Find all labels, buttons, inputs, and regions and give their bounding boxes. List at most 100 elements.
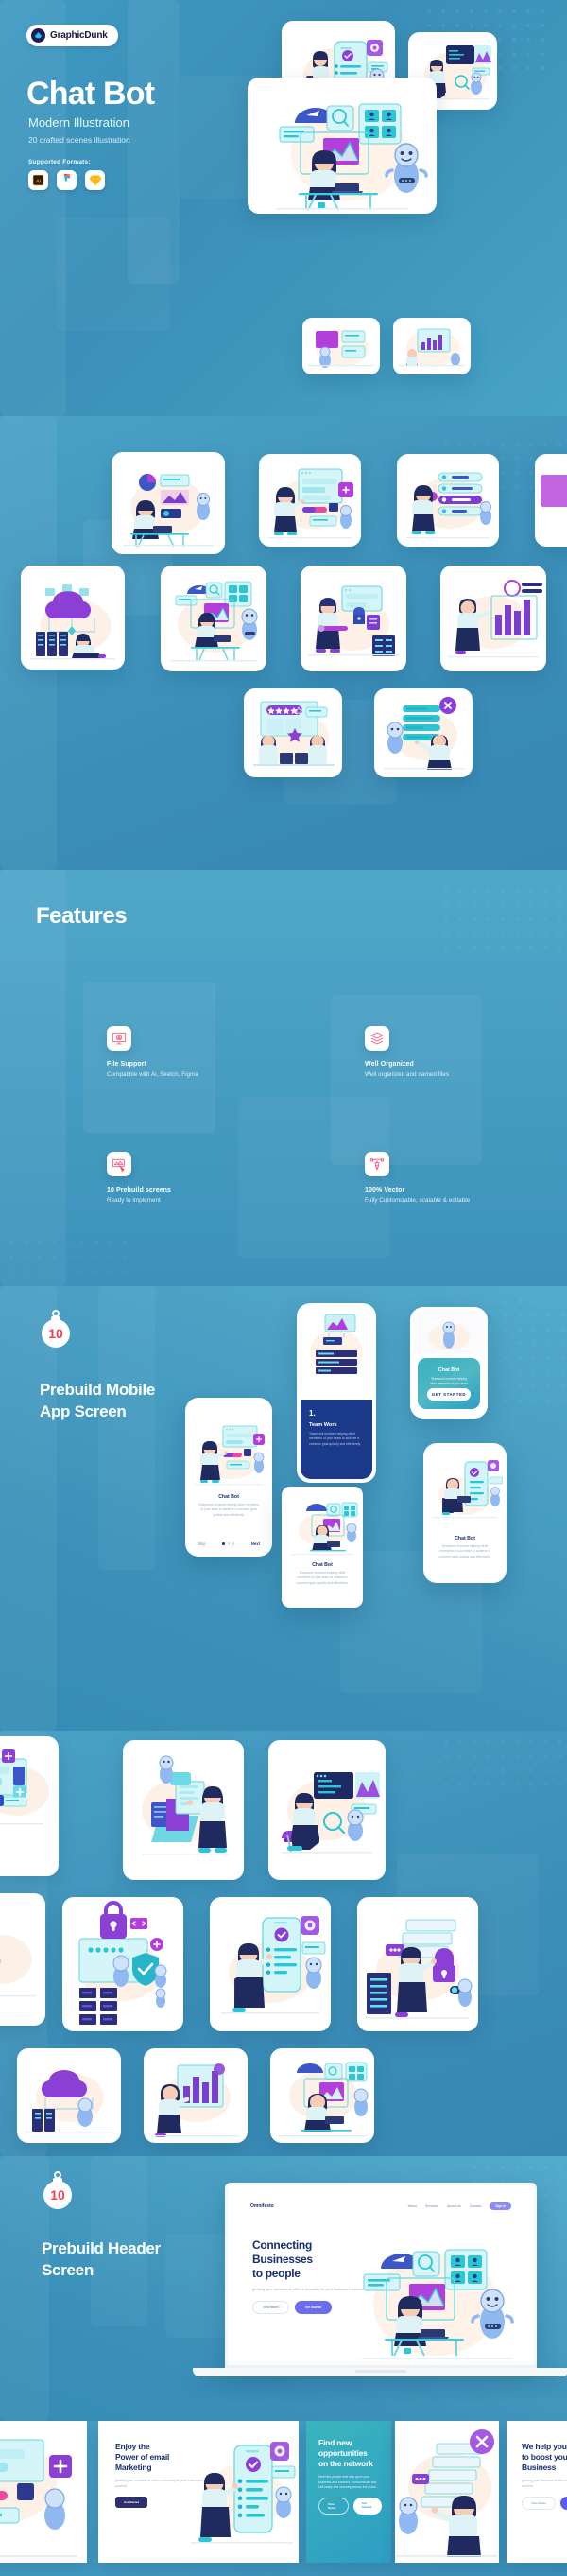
layers-icon (365, 1026, 389, 1051)
get-started-button[interactable]: GET STARTED (427, 1388, 471, 1401)
illustration-card[interactable] (17, 2048, 121, 2143)
feature-heading: Well Organized (365, 1061, 414, 1068)
figma-icon[interactable] (57, 170, 77, 190)
feature-text: Compatible with Ai, Sketch, Figma (107, 1071, 198, 1078)
illustration-card[interactable] (244, 688, 342, 777)
illustration-card[interactable]: f (0, 1736, 59, 1876)
illustration-card[interactable] (210, 1897, 331, 2031)
feature-text: Fully Customizable, scalable & editable (365, 1197, 471, 1204)
feature-heading: File Support (107, 1061, 147, 1068)
illustration-card[interactable] (62, 1897, 183, 2031)
poster-page: GraphicDunk Chat Bot Modern Illustration… (0, 0, 567, 2576)
onboard-title: Chat Bot (218, 1494, 239, 1500)
step-number: 1. (309, 1409, 316, 1418)
phone-mockup-teamwork[interactable]: 1. Team Work Teamwork involves helping o… (297, 1303, 376, 1483)
get-started-button[interactable]: Get Started (294, 2301, 333, 2315)
feature-text: Well organized and named files (365, 1071, 450, 1078)
illustration-card[interactable] (161, 566, 266, 671)
header-screen-section: 10 Prebuild Header Screen Omnifesto Home… (0, 2156, 567, 2421)
view-notes-button[interactable]: View Notes (318, 2498, 349, 2515)
header-section-heading: Prebuild Header Screen (42, 2239, 161, 2280)
site-nav[interactable]: Home Services About us Contact Sign in (408, 2202, 511, 2210)
brand-name: GraphicDunk (50, 30, 108, 41)
illustration-gallery-1 (0, 416, 567, 870)
card-body: Teamwork involves helping other members … (296, 1571, 349, 1585)
feature-heading: 10 Prebuild screens (107, 1187, 172, 1193)
illustration-card[interactable] (374, 688, 472, 777)
illustration-card[interactable] (0, 1893, 45, 2026)
strip-card-chat-preview[interactable] (395, 2421, 499, 2563)
strip-card-network[interactable]: Find new opportunities on the network Me… (306, 2421, 391, 2563)
features-section: Features File Support Compatible with Ai… (0, 870, 567, 1286)
illustration-card[interactable] (393, 318, 471, 374)
illustration-card[interactable] (357, 1897, 478, 2031)
strip-card-preview[interactable] (0, 2421, 87, 2563)
illustration-card[interactable] (123, 1740, 244, 1880)
section-badge-ornament: 10 (40, 1310, 72, 1348)
site-logo: Omnifesto (250, 2203, 274, 2209)
design-cursor-icon (107, 1152, 131, 1176)
illustration-card[interactable] (268, 1740, 386, 1880)
strip-card-boost-business[interactable]: We help you to boost your Business growi… (507, 2421, 567, 2563)
feature-file-support: File Support Compatible with Ai, Sketch,… (107, 1026, 305, 1078)
mobile-app-section: 10 Prebuild Mobile App Screen 1. Team Wo… (0, 1286, 567, 1731)
get-started-button[interactable]: Get Started (115, 2497, 148, 2509)
laptop-base (193, 2368, 567, 2376)
hero-subtitle: Modern Illustration (28, 115, 129, 130)
card-title: Chat Bot (312, 1562, 333, 1568)
nav-about[interactable]: About us (447, 2204, 461, 2208)
feature-well-organized: Well Organized Well organized and named … (365, 1026, 563, 1078)
pen-tool-icon (365, 1152, 389, 1176)
onboard-footer: Skip Next (189, 1541, 268, 1546)
view-notes-button[interactable]: View Notes (522, 2497, 556, 2511)
illustration-card[interactable] (302, 318, 380, 374)
pagination-dots[interactable] (222, 1542, 235, 1545)
phone-mockup-chatbot-right[interactable]: Chat Bot Teamwork involves helping other… (423, 1443, 507, 1583)
illustration-card[interactable] (440, 566, 546, 671)
illustration-card[interactable] (535, 454, 567, 547)
illustration-card[interactable] (21, 566, 125, 670)
adobe-illustrator-icon[interactable]: Ai (28, 170, 48, 190)
get-started-button[interactable]: Get Started (352, 2498, 382, 2515)
phone-mockup-onboarding[interactable]: Chat Bot Teamwork involves helping other… (185, 1398, 272, 1557)
card-title: Chat Bot (455, 1536, 475, 1541)
illustration-card[interactable] (112, 452, 225, 554)
phone-teamwork-panel: 1. Team Work Teamwork involves helping o… (301, 1400, 372, 1479)
step-body: Teamwork involves helping other members … (309, 1432, 361, 1446)
strip-headline: We help you to boost your Business (522, 2442, 567, 2473)
illustration-card[interactable] (259, 454, 361, 547)
feature-text: Ready to implement (107, 1197, 161, 1204)
skip-button[interactable]: Skip (198, 1541, 206, 1546)
strip-paragraph: growing your business is often a necessi… (522, 2479, 567, 2488)
sign-in-button[interactable]: Sign in (490, 2202, 511, 2210)
hero-note: 20 crafted scenes illustration (28, 135, 130, 145)
feature-vector: 100% Vector Fully Customizable, scalable… (365, 1152, 563, 1204)
get-started-button[interactable]: Get Started (559, 2497, 567, 2511)
panel-title: Chat Bot (438, 1367, 460, 1373)
illustration-card[interactable] (270, 2048, 374, 2143)
illustration-card-main[interactable] (248, 78, 437, 214)
nav-contact[interactable]: Contact (470, 2204, 482, 2208)
onboard-copy: Chat Bot Teamwork involves helping other… (189, 1488, 268, 1518)
phone-mockup-chatbot-mid[interactable]: Chat Bot Teamwork involves helping other… (282, 1487, 363, 1608)
strip-card-email-marketing[interactable]: Enjoy the Power of email Marketing growi… (98, 2421, 299, 2563)
formats-row: Ai (28, 170, 105, 190)
next-button[interactable]: Next (251, 1541, 260, 1546)
nav-services[interactable]: Services (425, 2204, 438, 2208)
view-notes-button[interactable]: View Notes (252, 2301, 289, 2315)
svg-text:Ai: Ai (36, 179, 41, 184)
monitor-file-icon (107, 1026, 131, 1051)
illustration-card[interactable] (301, 566, 406, 671)
laptop-mockup[interactable]: Omnifesto Home Services About us Contact… (225, 2183, 537, 2368)
illustration-card[interactable] (397, 454, 499, 547)
illustration-card[interactable] (144, 2048, 248, 2143)
hero-section: GraphicDunk Chat Bot Modern Illustration… (0, 0, 567, 416)
hero-title: Chat Bot (26, 76, 155, 112)
onboard-body: Teamwork involves helping other members … (198, 1503, 260, 1517)
nav-home[interactable]: Home (408, 2204, 417, 2208)
feature-prebuild-screens: 10 Prebuild screens Ready to implement (107, 1152, 305, 1204)
sketch-icon[interactable] (85, 170, 105, 190)
brand-logo[interactable]: GraphicDunk (26, 25, 118, 46)
phone-mockup-getstarted[interactable]: Chat Bot Teamwork involves helping other… (410, 1307, 488, 1419)
phone-getstarted-panel: Chat Bot Teamwork involves helping other… (418, 1358, 480, 1409)
